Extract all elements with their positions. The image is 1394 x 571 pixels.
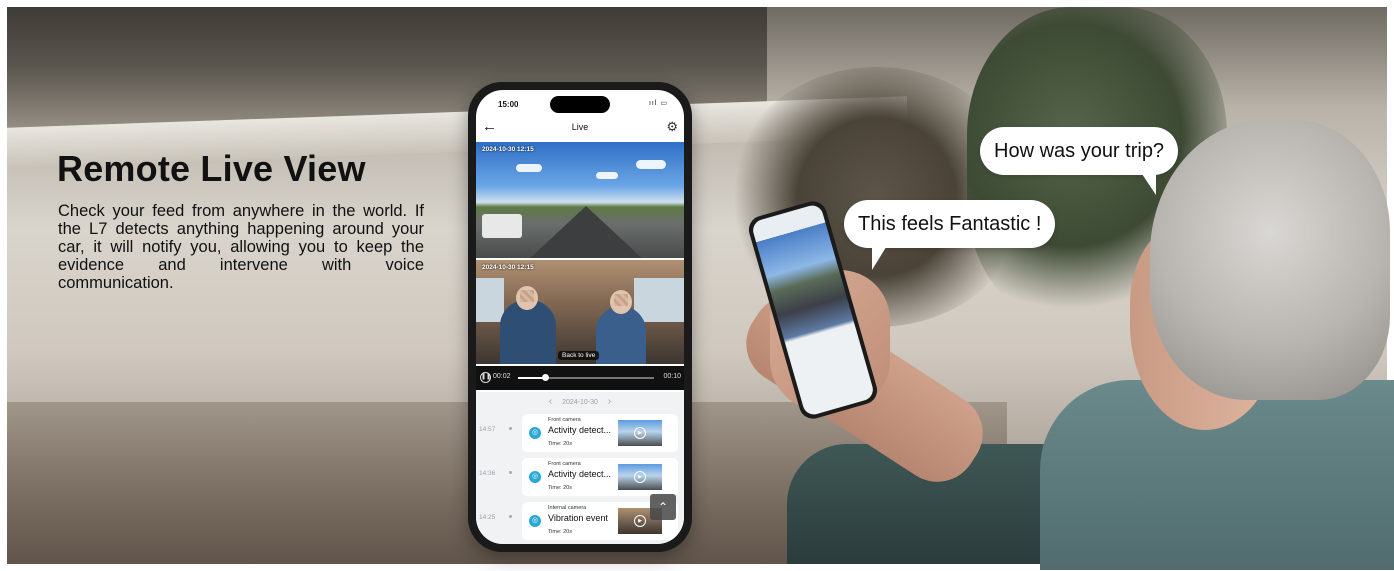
event-item[interactable]: 14:36 ◎ Front camera Activity detect... … <box>476 456 684 498</box>
bubble-tail <box>1140 171 1157 195</box>
gear-icon[interactable]: ⚙ <box>666 118 678 136</box>
event-duration: Time: 20s <box>548 485 572 491</box>
signal-battery-icon: ııl ▭ <box>648 100 668 107</box>
cabin-camera-feed[interactable]: 2024-10-30 12:15 Back to live <box>476 260 684 364</box>
duration: 00:10 <box>663 373 681 380</box>
playback-slider[interactable] <box>518 374 654 381</box>
event-time: 14:57 <box>479 426 496 433</box>
event-time: 14:36 <box>479 470 496 477</box>
pickup-truck <box>482 214 522 238</box>
chevron-left-icon[interactable]: ‹ <box>549 396 552 407</box>
playback-progress <box>518 377 546 379</box>
event-duration: Time: 20s <box>548 441 572 447</box>
woman-hair <box>1150 120 1390 400</box>
current-time: 00:02 <box>493 373 511 380</box>
event-thumbnail[interactable]: ▶ <box>618 464 662 490</box>
front-camera-feed[interactable]: 2024-10-30 12:15 <box>476 142 684 258</box>
event-duration: Time: 20s <box>548 529 572 535</box>
cloud <box>596 172 618 179</box>
live-title: Live <box>571 122 589 132</box>
promo-headline: Remote Live View <box>57 148 366 189</box>
front-feed-timestamp: 2024-10-30 12:15 <box>482 146 534 153</box>
playback-knob[interactable] <box>542 374 550 381</box>
event-list: 14:57 ◎ Front camera Activity detect... … <box>476 412 684 544</box>
date-navigator: ‹ 2024-10-30 › <box>476 392 684 412</box>
chevron-right-icon[interactable]: › <box>608 396 611 407</box>
phone-mockup: 15:00 ııl ▭ ← Live ⚙ 2024-10-30 12:15 20… <box>468 82 692 552</box>
live-header: ← Live ⚙ <box>476 116 684 140</box>
event-item[interactable]: 14:57 ◎ Front camera Activity detect... … <box>476 412 684 454</box>
event-time: 14:25 <box>479 514 496 521</box>
status-time: 15:00 <box>498 100 519 109</box>
speech-bubble-answer: This feels Fantastic ! <box>844 200 1056 270</box>
camera-event-icon: ◎ <box>529 471 541 483</box>
phone-screen: 15:00 ııl ▭ ← Live ⚙ 2024-10-30 12:15 20… <box>476 90 684 544</box>
timeline-dot <box>509 471 512 474</box>
play-icon[interactable]: ▶ <box>634 471 646 483</box>
promo-description: Check your feed from anywhere in the wor… <box>58 202 424 292</box>
cabin-window-left <box>476 278 504 322</box>
timeline-dot <box>509 515 512 518</box>
dynamic-island <box>550 96 610 113</box>
cabin-feed-timestamp: 2024-10-30 12:15 <box>482 264 534 271</box>
event-card[interactable]: ◎ Front camera Activity detect... Time: … <box>522 414 678 452</box>
event-camera: Front camera <box>548 417 581 423</box>
bubble-question-text: How was your trip? <box>994 140 1165 162</box>
face-blur <box>614 294 628 306</box>
event-thumbnail[interactable]: ▶ <box>618 420 662 446</box>
event-title: Activity detect... <box>548 469 612 479</box>
event-title: Activity detect... <box>548 425 612 435</box>
pause-icon[interactable]: ❚❚ <box>480 372 491 383</box>
bubble-answer-text: This feels Fantastic ! <box>858 213 1042 235</box>
road <box>526 206 646 258</box>
play-icon[interactable]: ▶ <box>634 427 646 439</box>
back-to-live-button[interactable]: Back to live <box>558 351 600 360</box>
event-camera: Internal camera <box>548 505 587 511</box>
cabin-window-right <box>634 278 684 322</box>
bubble-tail <box>872 244 888 270</box>
event-camera: Front camera <box>548 461 581 467</box>
current-date: 2024-10-30 <box>562 399 598 406</box>
event-card[interactable]: ◎ Front camera Activity detect... Time: … <box>522 458 678 496</box>
speech-bubble-question: How was your trip? <box>980 127 1179 195</box>
timeline-dot <box>509 427 512 430</box>
play-icon[interactable]: ▶ <box>634 515 646 527</box>
face-blur <box>520 290 534 302</box>
cloud <box>636 160 666 169</box>
playback-controls: ❚❚ 00:02 00:10 <box>476 366 684 390</box>
event-title: Vibration event <box>548 513 608 523</box>
passenger <box>596 306 646 364</box>
cloud <box>516 164 542 172</box>
camera-event-icon: ◎ <box>529 427 541 439</box>
camera-event-icon: ◎ <box>529 515 541 527</box>
chevron-up-icon[interactable]: ⌃ <box>650 494 676 520</box>
